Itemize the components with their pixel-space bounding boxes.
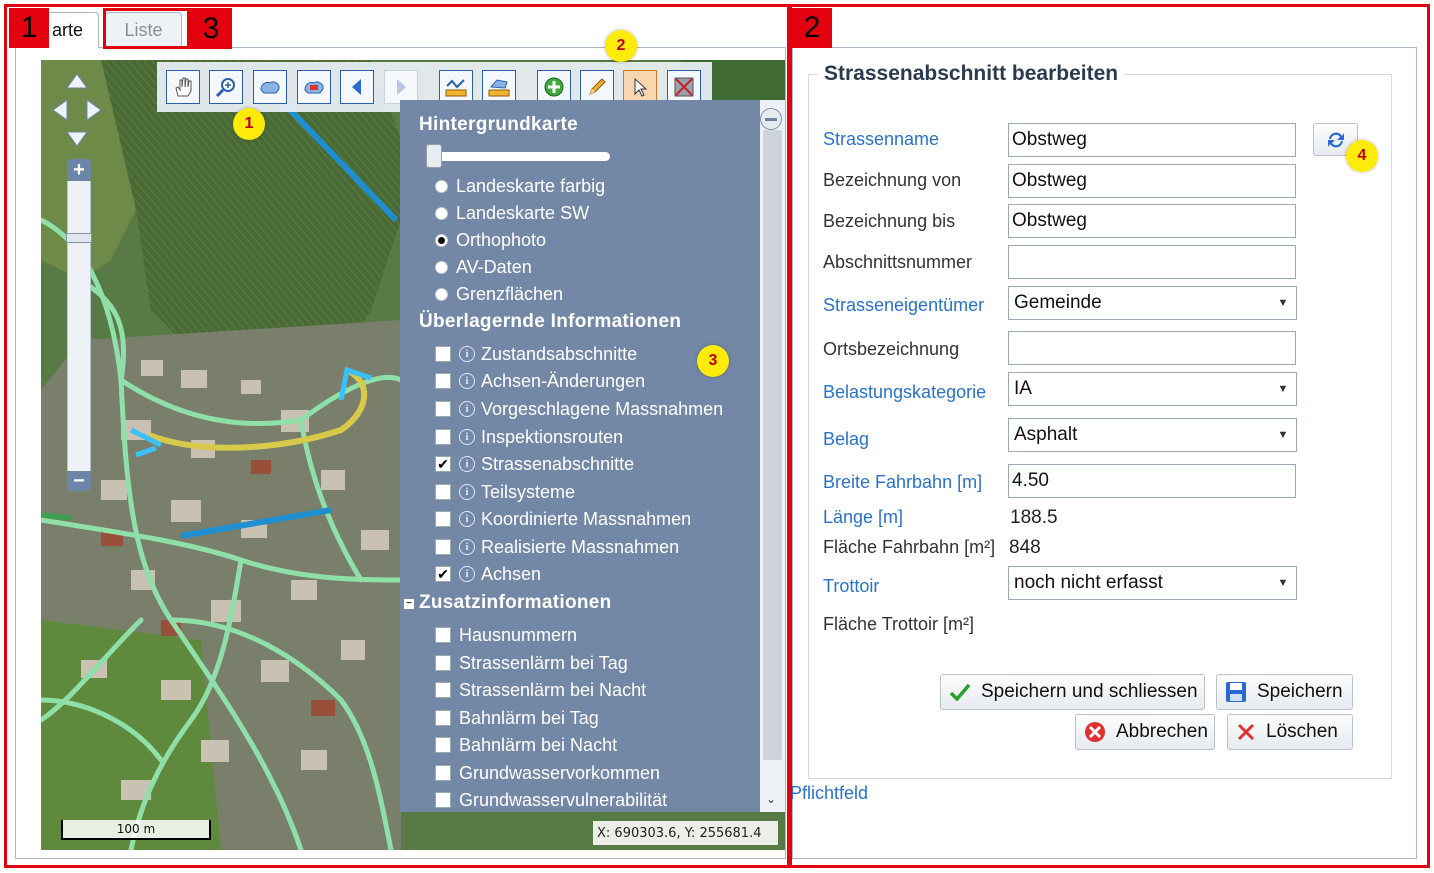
callout-3: 3 [697, 345, 729, 377]
annotation-frame-3 [103, 8, 190, 49]
annotation-number-1: 1 [9, 8, 49, 48]
callout-1: 1 [233, 108, 265, 140]
annotation-number-2: 2 [792, 8, 832, 48]
annotation-frame-1 [4, 4, 792, 868]
callout-4: 4 [1346, 140, 1378, 172]
annotation-frame-2 [787, 4, 1430, 868]
annotation-number-3: 3 [190, 8, 232, 49]
callout-2: 2 [605, 30, 637, 62]
